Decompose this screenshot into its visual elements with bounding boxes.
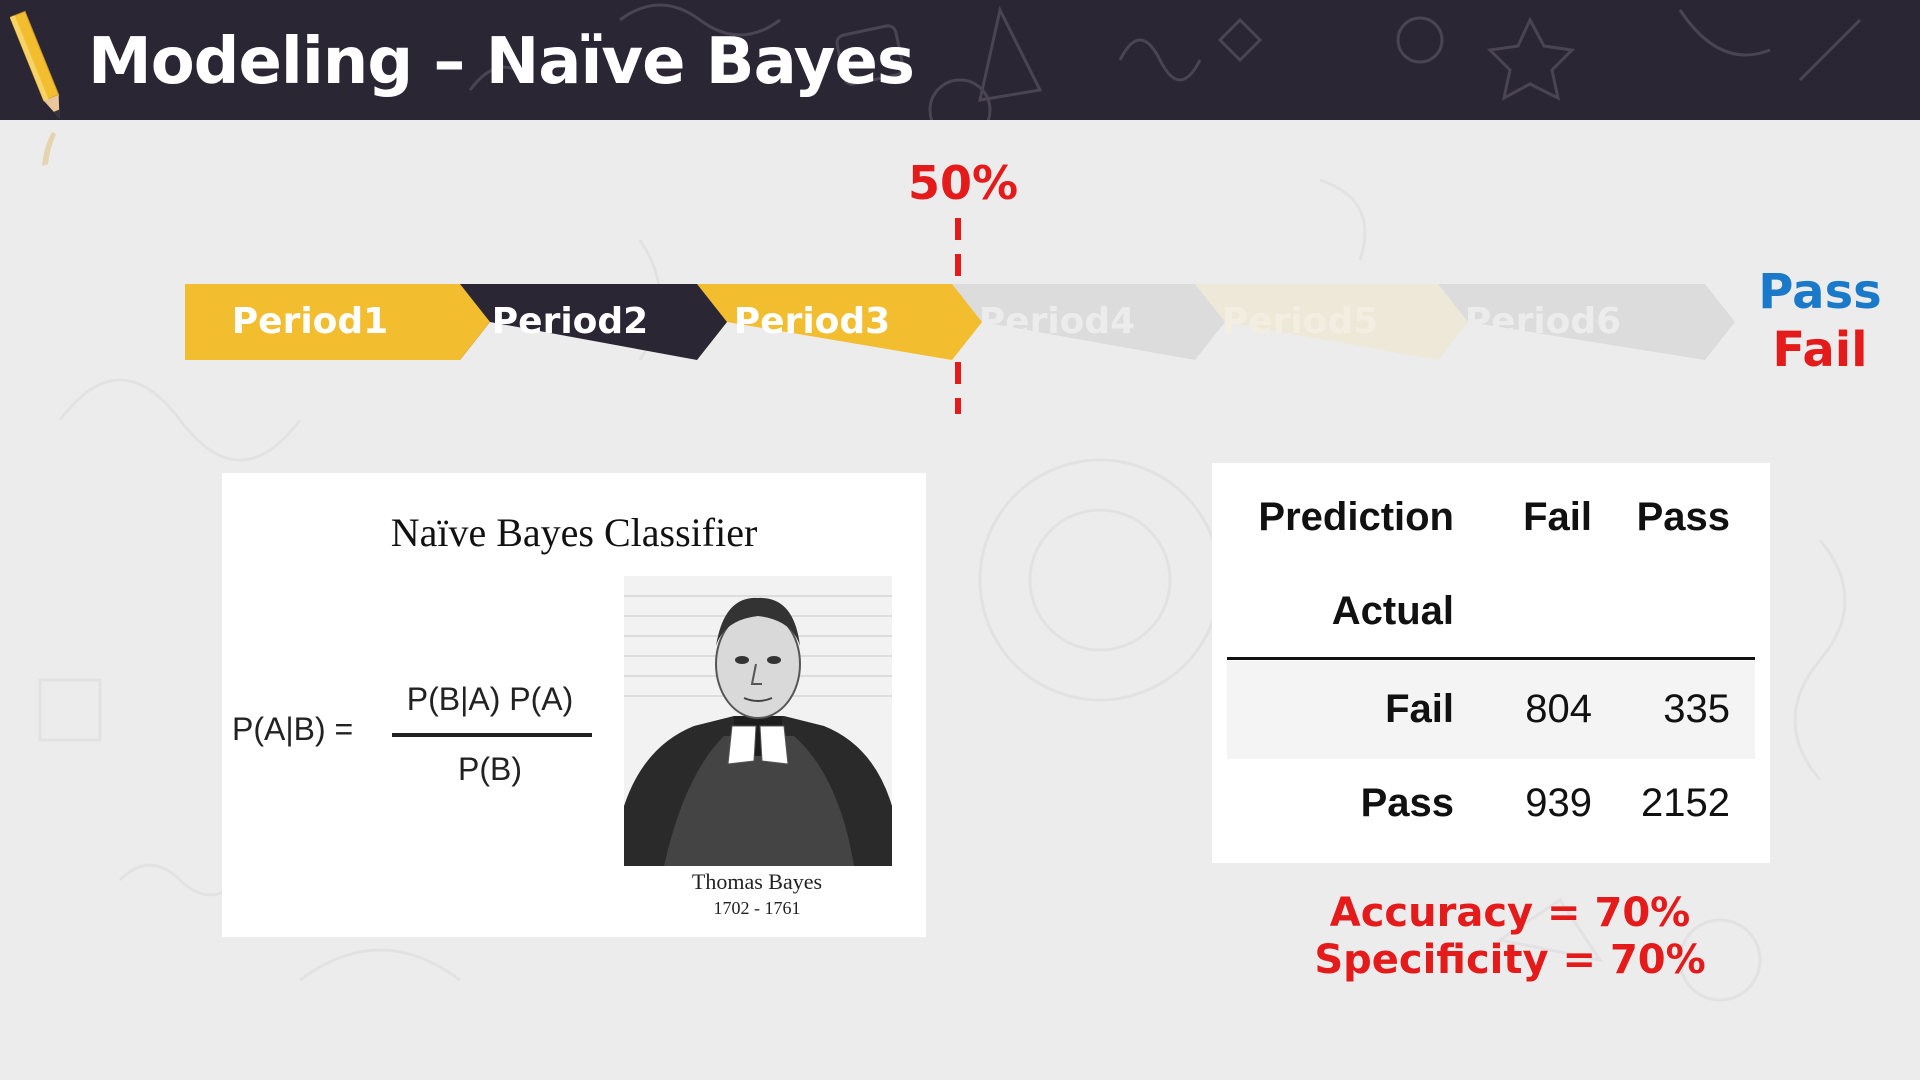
figure-title: Naïve Bayes Classifier [390,510,758,555]
cell-fail-fail: 804 [1525,687,1592,731]
period-label-4: Period4 [978,301,1136,342]
row-label-pass: Pass [1360,781,1454,825]
table-header-rule [1227,657,1755,660]
portrait-caption-name: Thomas Bayes [691,869,823,894]
formula-lhs: P(A|B) = [232,711,354,747]
cell-pass-pass: 2152 [1641,781,1730,825]
specificity-metric: Specificity = 70% [1314,937,1706,983]
outcome-pass-label: Pass [1758,264,1882,320]
outcome-fail-label: Fail [1772,322,1868,378]
header-band: Modeling – Naïve Bayes [0,0,1920,120]
header-prediction: Prediction [1258,495,1454,539]
page-title: Modeling – Naïve Bayes [88,25,915,99]
period-label-5: Period5 [1221,301,1379,342]
column-header-pass: Pass [1636,495,1730,539]
row-label-fail: Fail [1385,687,1454,731]
thomas-bayes-portrait [624,576,892,866]
period-label-6: Period6 [1464,301,1622,342]
period-label-1: Period1 [231,301,389,342]
cell-pass-fail: 939 [1525,781,1592,825]
header-actual: Actual [1331,589,1454,633]
period-timeline: Period1 Period2 Period3 Period4 Period5 … [185,284,1765,360]
portrait-caption-dates: 1702 - 1761 [713,898,801,918]
naive-bayes-figure: Naïve Bayes Classifier P(A|B) = P(B|A) P… [222,473,926,937]
period-label-3: Period3 [733,301,891,342]
formula-denominator: P(B) [458,751,522,787]
cell-fail-pass: 335 [1663,687,1730,731]
period-label-2: Period2 [491,301,649,342]
formula-numerator: P(B|A) P(A) [406,681,574,717]
confusion-matrix-table: Prediction Fail Pass Actual Fail 804 335… [1212,463,1770,863]
column-header-fail: Fail [1523,495,1592,539]
threshold-label: 50% [908,156,1019,210]
accuracy-metric: Accuracy = 70% [1329,890,1691,936]
formula-fraction-bar [392,733,592,737]
